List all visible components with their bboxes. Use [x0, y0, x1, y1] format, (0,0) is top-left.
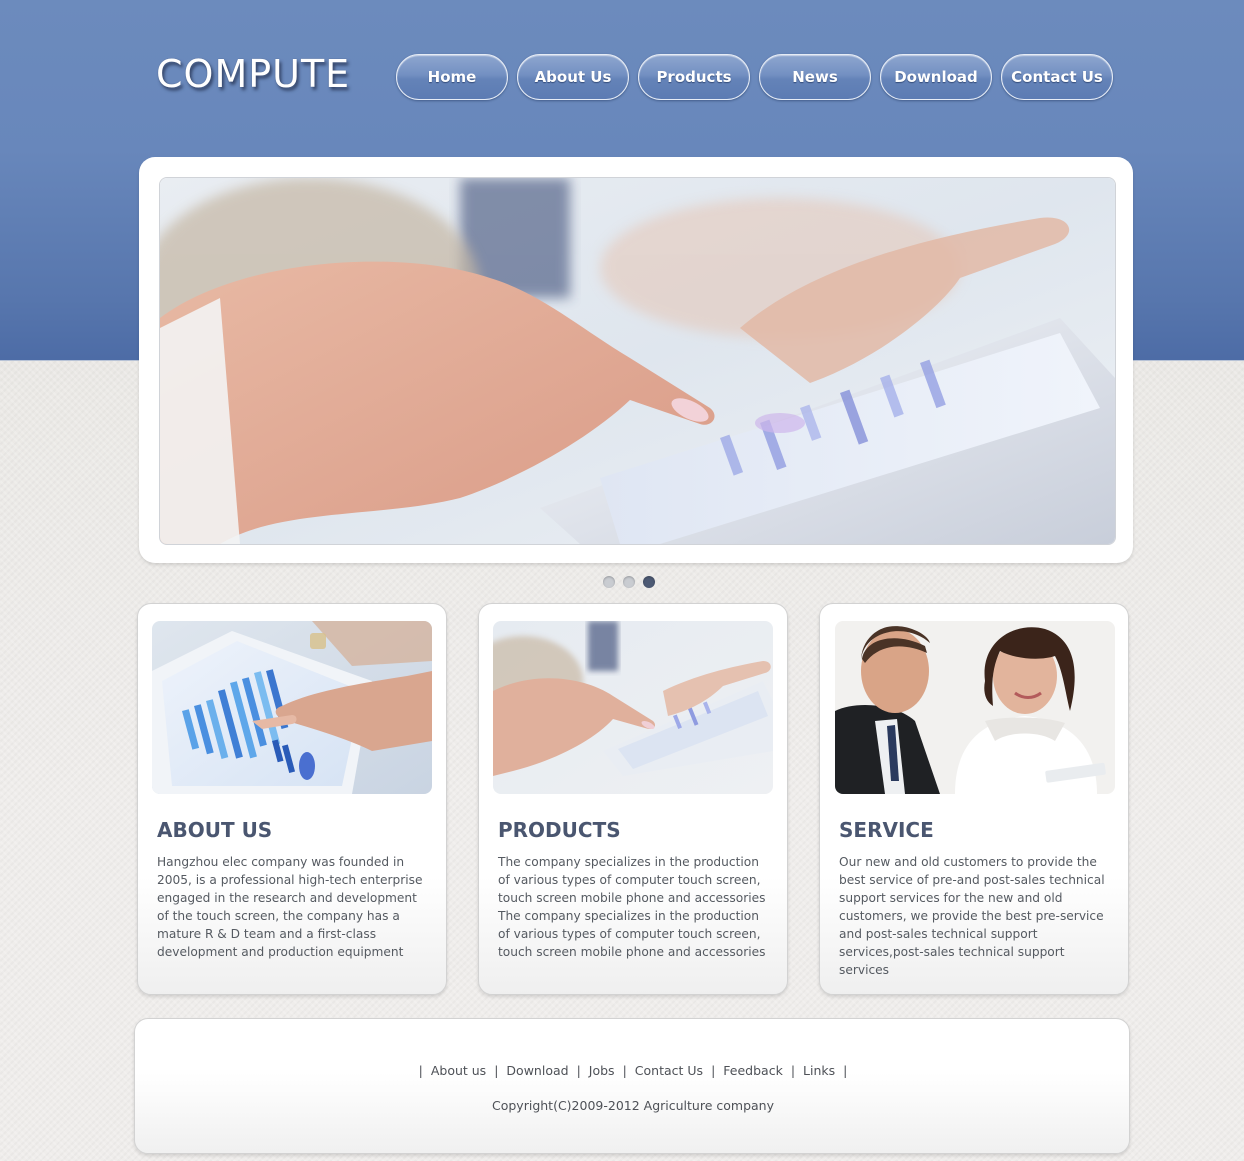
hero-slide-image[interactable]	[159, 177, 1116, 545]
about-us-card: ABOUT US Hangzhou elec company was found…	[137, 603, 447, 995]
footer-separator: |	[494, 1063, 499, 1078]
about-us-heading: ABOUT US	[157, 818, 273, 842]
footer-separator: |	[622, 1063, 627, 1078]
service-image[interactable]	[835, 621, 1115, 794]
footer-link-contact-us[interactable]: Contact Us	[635, 1063, 703, 1078]
nav-products-button[interactable]: Products	[638, 54, 750, 100]
service-heading: SERVICE	[839, 818, 934, 842]
site-logo[interactable]: COMPUTE	[156, 52, 350, 96]
footer-separator: |	[843, 1063, 848, 1078]
footer-separator: |	[711, 1063, 716, 1078]
footer: | About us | Download | Jobs | Contact Us | Feedb…	[134, 1018, 1130, 1154]
slider-dot-2[interactable]	[623, 576, 635, 588]
copyright-text: Copyright(C)2009-2012 Agriculture compan…	[492, 1098, 774, 1113]
slider-dot-3[interactable]	[643, 576, 655, 588]
service-card: SERVICE Our new and old customers to pro…	[819, 603, 1129, 995]
products-text: The company specializes in the productio…	[498, 855, 766, 959]
hero-slider	[139, 157, 1133, 563]
footer-link-feedback[interactable]: Feedback	[723, 1063, 783, 1078]
products-heading: PRODUCTS	[498, 818, 621, 842]
slider-dot-1[interactable]	[603, 576, 615, 588]
nav-about-us-button[interactable]: About Us	[517, 54, 629, 100]
footer-link-jobs[interactable]: Jobs	[589, 1063, 615, 1078]
footer-separator: |	[790, 1063, 796, 1078]
products-image[interactable]	[493, 621, 773, 794]
nav-news-button[interactable]: News	[759, 54, 871, 100]
footer-link-download[interactable]: Download	[506, 1063, 568, 1078]
nav-home-button[interactable]: Home	[396, 54, 508, 100]
footer-separator: |	[576, 1063, 581, 1078]
footer-link-links[interactable]: Links	[803, 1063, 835, 1078]
nav-download-button[interactable]: Download	[880, 54, 992, 100]
nav-contact-us-button[interactable]: Contact Us	[1001, 54, 1113, 100]
products-card: PRODUCTS The company specializes in the …	[478, 603, 788, 995]
about-us-image[interactable]	[152, 621, 432, 794]
footer-link-about-us[interactable]: About us	[431, 1063, 486, 1078]
footer-separator: |	[418, 1063, 423, 1078]
footer-links: | About us | Download | Jobs | Contact Us | Feedb…	[135, 1063, 1131, 1078]
about-us-text: Hangzhou elec company was founded in 200…	[157, 855, 423, 959]
service-text: Our new and old customers to provide the…	[839, 855, 1105, 977]
